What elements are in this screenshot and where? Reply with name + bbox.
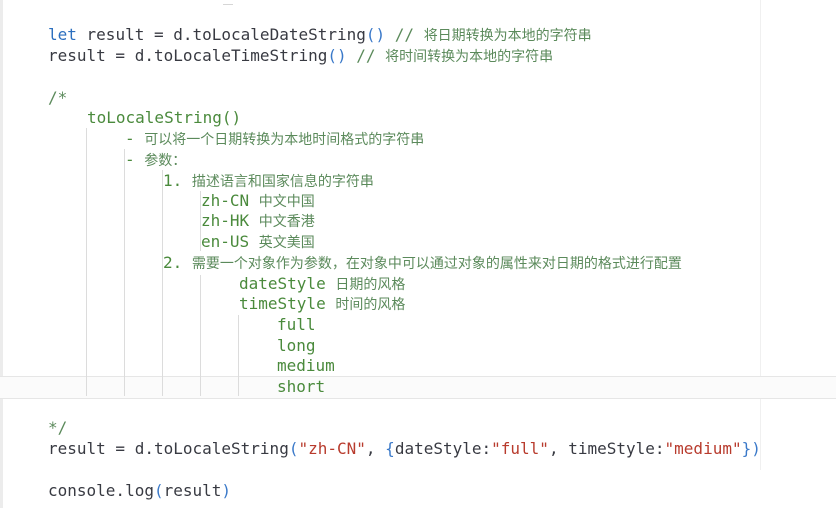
string-literal: "medium" (664, 439, 742, 458)
object-key: timeStyle: (568, 439, 665, 458)
code-editor[interactable]: let result = d.toLocaleDateString() // 将… (0, 0, 836, 508)
comment-line[interactable]: toLocaleString() (87, 107, 241, 128)
indent-guide (86, 128, 87, 396)
code-line[interactable]: console.log(result) (48, 480, 231, 501)
brace-close: } (741, 439, 752, 458)
comment-line[interactable]: 1. 描述语言和国家信息的字符串 (163, 170, 374, 191)
paren-close: ) (221, 481, 232, 500)
indent-guide (124, 149, 125, 396)
comma: , (548, 439, 569, 458)
list-number: 2. (163, 253, 192, 272)
comment-line[interactable]: timeStyle 时间的风格 (239, 293, 405, 314)
comment-line[interactable]: dateStyle 日期的风格 (239, 273, 405, 294)
bullet-dash: - (125, 129, 145, 148)
bullet-dash: - (125, 150, 145, 169)
comment-text: 时间的风格 (335, 297, 406, 313)
current-line-highlight (0, 376, 836, 399)
comment-text: 将日期转换为本地的字符串 (423, 28, 592, 44)
comment-open[interactable]: /* (48, 87, 67, 108)
comment-text: 可以将一个日期转换为本地时间格式的字符串 (144, 132, 425, 148)
comment-text: 描述语言和国家信息的字符串 (191, 174, 374, 190)
editor-right-margin (760, 0, 761, 470)
keyword: let (48, 25, 77, 44)
parens: () (365, 25, 386, 44)
comment-marker: // (346, 46, 386, 65)
code-text: console.log (48, 481, 154, 500)
string-literal: "full" (491, 439, 549, 458)
locale-code: en-US (201, 232, 259, 251)
option-name: timeStyle (239, 294, 336, 313)
comment-text: 中文香港 (258, 214, 315, 230)
list-number: 1. (163, 171, 192, 190)
indent-guide (162, 170, 163, 396)
locale-code: zh-HK (201, 211, 259, 230)
code-text: result = d.toLocaleString (48, 439, 289, 458)
code-line[interactable]: result = d.toLocaleString("zh-CN", {date… (48, 438, 761, 459)
comment-line[interactable]: en-US 英文美国 (201, 231, 315, 252)
paren-close: ) (751, 439, 761, 458)
paren-open: ( (153, 481, 164, 500)
comment-line[interactable]: medium (277, 355, 335, 376)
string-literal: "zh-CN" (298, 439, 366, 458)
comment-line[interactable]: zh-HK 中文香港 (201, 210, 315, 231)
comment-line[interactable]: zh-CN 中文中国 (201, 190, 315, 211)
comment-text: 将时间转换为本地的字符串 (385, 49, 554, 65)
indent-guide (200, 275, 201, 396)
code-line[interactable]: let result = d.toLocaleDateString() // 将… (48, 24, 592, 45)
comment-line[interactable]: short (277, 376, 325, 397)
comment-text: 需要一个对象作为参数，在对象中可以通过对象的属性来对日期的格式进行配置 (191, 256, 682, 272)
indent-guide (238, 315, 239, 396)
identifier: result (163, 481, 222, 500)
comment-line[interactable]: long (277, 335, 316, 356)
comment-line[interactable]: - 参数： (125, 149, 186, 170)
object-key: dateStyle: (394, 439, 492, 458)
comment-text: 日期的风格 (335, 277, 406, 293)
comment-text: 中文中国 (258, 194, 315, 210)
parens: () (327, 46, 347, 65)
locale-code: zh-CN (201, 191, 259, 210)
option-name: dateStyle (239, 274, 336, 293)
comment-marker: // (385, 25, 424, 44)
brace-open: { (385, 439, 395, 458)
code-text: result = d.toLocaleDateString (76, 25, 366, 44)
scroll-marker (223, 0, 233, 5)
comment-line[interactable]: 2. 需要一个对象作为参数，在对象中可以通过对象的属性来对日期的格式进行配置 (163, 252, 682, 273)
comment-line[interactable]: - 可以将一个日期转换为本地时间格式的字符串 (125, 128, 424, 149)
editor-left-border (0, 0, 3, 508)
comment-text: 英文美国 (258, 235, 315, 251)
comma: , (365, 439, 386, 458)
code-text: result = d.toLocaleTimeString (48, 46, 328, 65)
comment-line[interactable]: full (277, 314, 316, 335)
comment-close[interactable]: */ (48, 417, 67, 438)
code-line[interactable]: result = d.toLocaleTimeString() // 将时间转换… (48, 45, 553, 66)
comment-text: 参数： (144, 153, 187, 169)
